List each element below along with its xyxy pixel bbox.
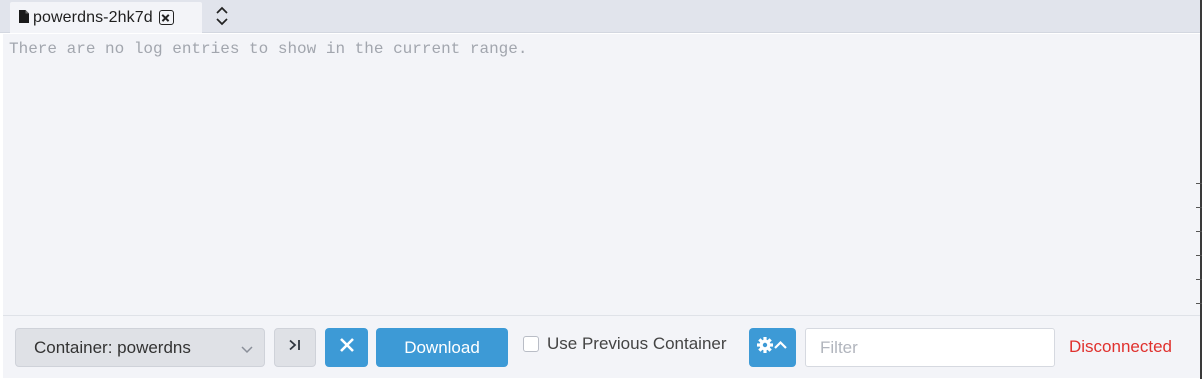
download-button[interactable]: Download <box>376 328 508 367</box>
filter-input[interactable] <box>805 328 1055 367</box>
edge-tick <box>1196 303 1202 304</box>
gear-icon <box>756 335 790 360</box>
use-previous-container-toggle[interactable]: Use Previous Container <box>523 333 727 355</box>
empty-log-message: There are no log entries to show in the … <box>9 40 528 58</box>
log-toolbar: Container: powerdns Download Use Previou… <box>3 315 1200 378</box>
clear-logs-button[interactable] <box>325 328 368 367</box>
edge-tick <box>1196 183 1202 184</box>
scroll-to-end-button[interactable] <box>274 328 316 367</box>
edge-tick <box>1196 255 1202 256</box>
log-settings-button[interactable] <box>749 328 796 367</box>
log-output-area[interactable]: There are no log entries to show in the … <box>3 34 1200 315</box>
edge-tick <box>1196 207 1202 208</box>
file-icon <box>19 10 29 23</box>
chevron-down-icon <box>239 341 255 355</box>
skip-to-end-icon <box>287 337 303 358</box>
close-icon <box>338 336 356 359</box>
edge-tick <box>1196 279 1202 280</box>
tab-label: powerdns-2hk7d <box>33 8 153 26</box>
tab-bar: powerdns-2hk7d <box>0 0 1200 33</box>
close-icon[interactable] <box>158 10 174 25</box>
container-select[interactable]: Container: powerdns <box>15 328 265 367</box>
log-viewer-window: powerdns-2hk7d There are no log entries … <box>0 0 1202 379</box>
edge-tick <box>1196 231 1202 232</box>
connection-status: Disconnected <box>1069 337 1173 356</box>
chevron-up-icon <box>773 340 787 349</box>
use-previous-container-label: Use Previous Container <box>547 334 727 353</box>
container-select-value: Container: powerdns <box>34 337 191 357</box>
use-previous-container-checkbox[interactable] <box>523 336 539 352</box>
chevron-up-down-icon[interactable] <box>212 5 232 27</box>
tab-powerdns-log[interactable]: powerdns-2hk7d <box>10 2 202 33</box>
